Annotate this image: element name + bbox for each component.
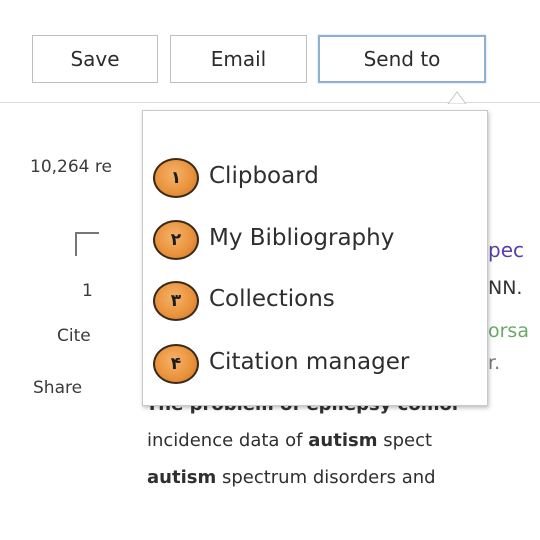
menu-item-collections[interactable]: ٣ Collections	[143, 276, 487, 326]
result-number: 1	[82, 281, 93, 301]
menu-item-label: My Bibliography	[209, 225, 395, 251]
step-number-badge: ٢	[153, 220, 199, 260]
result-year: r.	[488, 352, 501, 374]
menu-item-label: Collections	[209, 286, 335, 312]
menu-item-my-bibliography[interactable]: ٢ My Bibliography	[143, 215, 487, 265]
send-to-dropdown-menu: ١ Clipboard ٢ My Bibliography ٣ Collecti…	[142, 110, 488, 406]
menu-item-label: Clipboard	[209, 163, 319, 189]
abstract-line-2: incidence data of autism spect	[147, 430, 433, 451]
menu-item-clipboard[interactable]: ١ Clipboard	[143, 153, 487, 203]
save-button[interactable]: Save	[32, 35, 158, 83]
menu-item-citation-manager[interactable]: ۴ Citation manager	[143, 339, 487, 389]
abstract-line-3: autism spectrum disorders and	[147, 467, 436, 488]
step-number-badge: ١	[153, 158, 199, 198]
step-number-badge: ٣	[153, 281, 199, 321]
share-button[interactable]: Share	[33, 378, 82, 398]
email-button[interactable]: Email	[170, 35, 307, 83]
dropdown-caret-icon	[446, 91, 468, 106]
menu-item-label: Citation manager	[209, 349, 410, 375]
result-authors: NN.	[488, 277, 523, 299]
results-count: 10,264 re	[30, 157, 112, 177]
step-number-badge: ۴	[153, 344, 199, 384]
cite-button[interactable]: Cite	[57, 326, 91, 346]
send-to-button[interactable]: Send to	[318, 35, 486, 83]
result-checkbox[interactable]	[75, 232, 99, 256]
result-journal: orsa	[488, 320, 529, 342]
result-title-link[interactable]: pec	[488, 238, 540, 262]
